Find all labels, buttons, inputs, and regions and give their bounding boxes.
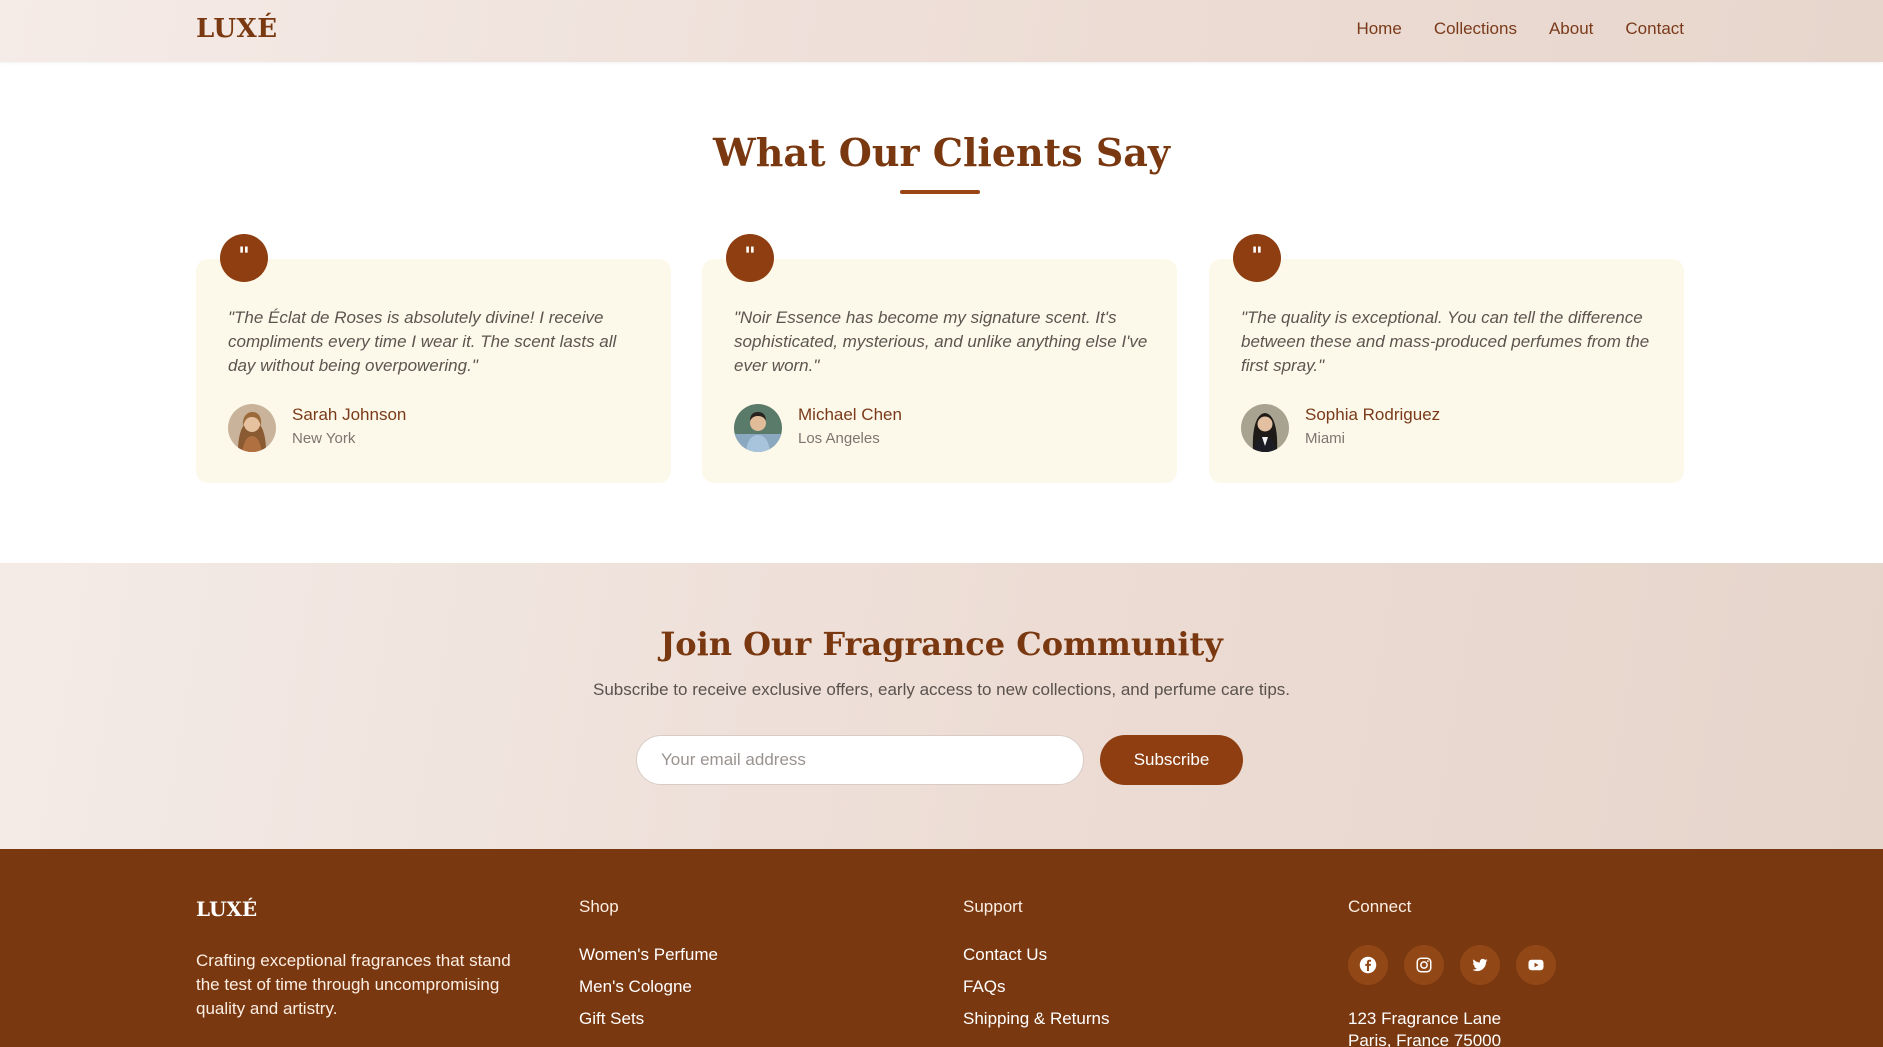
nav-contact[interactable]: Contact — [1625, 19, 1684, 39]
nav-home[interactable]: Home — [1356, 19, 1401, 39]
footer-about: Crafting exceptional fragrances that sta… — [196, 951, 511, 1018]
quote-icon: " — [1233, 234, 1281, 282]
testimonial-text: "The Éclat de Roses is absolutely divine… — [228, 308, 617, 375]
site-footer: LUXÉ Crafting exceptional fragrances tha… — [0, 849, 1883, 1047]
footer-address: 123 Fragrance Lane Paris, France 75000 — [1348, 1008, 1501, 1047]
subscribe-button[interactable]: Subscribe — [1100, 735, 1243, 785]
client-location: New York — [292, 430, 356, 447]
facebook-icon[interactable] — [1348, 945, 1388, 985]
address-line: 123 Fragrance Lane — [1348, 1009, 1502, 1028]
testimonial-card: " "The quality is exceptional. You can t… — [1209, 234, 1684, 483]
address-line: Paris, France 75000 — [1348, 1031, 1502, 1047]
footer-connect-column: Connect — [1348, 897, 1411, 945]
footer-link-faqs[interactable]: FAQs — [963, 977, 1109, 997]
footer-logo: LUXÉ — [196, 897, 258, 921]
site-logo[interactable]: LUXÉ — [196, 14, 278, 44]
nav-collections[interactable]: Collections — [1434, 19, 1517, 39]
client-name: Sarah Johnson — [292, 405, 407, 424]
client-location: Los Angeles — [798, 430, 880, 447]
title-divider — [900, 190, 980, 194]
testimonial-text: "The quality is exceptional. You can tel… — [1241, 308, 1650, 375]
client-name: Sophia Rodriguez — [1305, 405, 1441, 424]
testimonials-title: What Our Clients Say — [713, 130, 1170, 175]
site-header: LUXÉ Home Collections About Contact — [0, 0, 1883, 62]
newsletter-section: Join Our Fragrance Community Subscribe t… — [0, 563, 1883, 849]
newsletter-subtitle: Subscribe to receive exclusive offers, e… — [592, 680, 1291, 699]
newsletter-title: Join Our Fragrance Community — [660, 625, 1223, 663]
avatar — [734, 404, 782, 452]
main-nav: Home Collections About Contact — [1356, 19, 1684, 39]
client-name: Michael Chen — [798, 405, 902, 424]
social-links — [1348, 945, 1556, 985]
footer-link-mens-cologne[interactable]: Men's Cologne — [579, 977, 718, 997]
email-input[interactable] — [636, 735, 1084, 785]
twitter-icon[interactable] — [1460, 945, 1500, 985]
youtube-icon[interactable] — [1516, 945, 1556, 985]
footer-shop-column: Shop Women's Perfume Men's Cologne Gift … — [579, 897, 718, 1041]
footer-heading: Connect — [1348, 897, 1412, 916]
client-location: Miami — [1305, 430, 1345, 447]
quote-icon: " — [220, 234, 268, 282]
footer-link-womens-perfume[interactable]: Women's Perfume — [579, 945, 718, 965]
testimonial-text: "Noir Essence has become my signature sc… — [734, 308, 1148, 375]
instagram-icon[interactable] — [1404, 945, 1444, 985]
avatar — [1241, 404, 1289, 452]
footer-heading: Support — [963, 897, 1023, 916]
quote-icon: " — [726, 234, 774, 282]
nav-about[interactable]: About — [1549, 19, 1593, 39]
footer-heading: Shop — [579, 897, 619, 916]
testimonial-card: " "The Éclat de Roses is absolutely divi… — [196, 234, 671, 483]
footer-link-gift-sets[interactable]: Gift Sets — [579, 1009, 718, 1029]
footer-support-column: Support Contact Us FAQs Shipping & Retur… — [963, 897, 1109, 1041]
footer-link-contact-us[interactable]: Contact Us — [963, 945, 1109, 965]
avatar — [228, 404, 276, 452]
footer-link-shipping-returns[interactable]: Shipping & Returns — [963, 1009, 1109, 1029]
testimonial-card: " "Noir Essence has become my signature … — [702, 234, 1177, 483]
